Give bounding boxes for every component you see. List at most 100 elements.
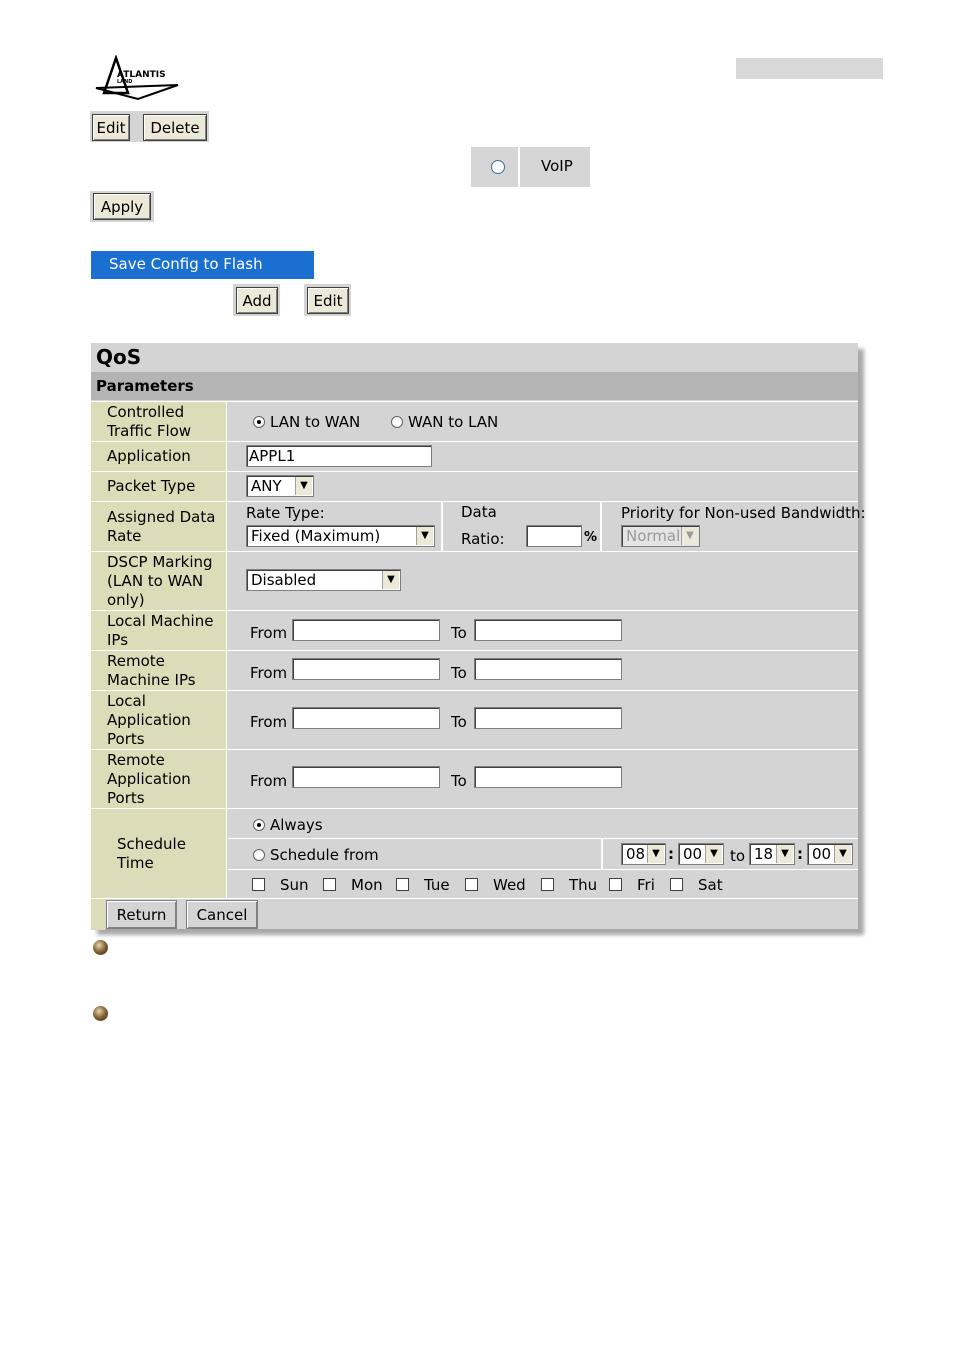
dscp-value: Disabled [251, 571, 317, 589]
day-label-thu: Thu [569, 876, 598, 894]
wan-to-lan-radio[interactable] [391, 416, 403, 428]
start-min-value: 00 [683, 845, 703, 863]
schedule-sep-2 [228, 869, 858, 870]
lan-to-wan-radio[interactable] [253, 416, 265, 428]
delete-button[interactable]: Delete [143, 114, 207, 141]
qos-panel: QoS Parameters Controlled Traffic Flow L… [91, 343, 866, 930]
remote-ips-to-input[interactable] [474, 658, 622, 680]
save-config-menu-item[interactable]: Save Config to Flash [91, 251, 314, 279]
colon-2: : [797, 845, 803, 863]
day-checkbox-thu[interactable] [541, 878, 554, 891]
row-application: Application APPL1 [91, 441, 858, 471]
return-button[interactable]: Return [106, 900, 177, 929]
end-hour-select[interactable]: 18 ▼ [749, 843, 795, 865]
apply-button[interactable]: Apply [93, 193, 151, 220]
day-label-sat: Sat [698, 876, 723, 894]
ratio-input[interactable] [526, 525, 582, 547]
day-label-tue: Tue [424, 876, 450, 894]
chevron-down-icon: ▼ [647, 845, 664, 863]
local-ips-from-input[interactable] [292, 619, 440, 641]
always-radio[interactable] [253, 819, 265, 831]
rate-type-label: Rate Type: [246, 504, 325, 522]
chevron-down-icon: ▼ [834, 845, 851, 863]
packet-type-value: ANY [251, 477, 282, 495]
remote-ports-from-input[interactable] [292, 766, 440, 788]
bullet-icon [93, 940, 108, 955]
footer-left-label-strip [91, 899, 105, 930]
edit-button[interactable]: Edit [92, 114, 130, 141]
start-hour-value: 08 [626, 845, 646, 863]
priority-label: Priority for Non-used Bandwidth: [621, 504, 866, 522]
local-ports-from-input[interactable] [292, 707, 440, 729]
local-ports-to-input[interactable] [474, 707, 622, 729]
edit-button-2[interactable]: Edit [307, 287, 349, 314]
day-checkbox-fri[interactable] [609, 878, 622, 891]
schedule-sep-1 [228, 838, 858, 839]
row-dscp: DSCP Marking (LAN to WAN only) Disabled … [91, 551, 858, 610]
rate-separator-2 [600, 502, 602, 552]
qos-footer: Return Cancel [91, 898, 858, 930]
application-label: Application [91, 442, 227, 471]
day-label-fri: Fri [637, 876, 655, 894]
rate-separator-1 [441, 502, 443, 552]
local-ips-label: Local Machine IPs [91, 611, 227, 650]
day-checkbox-tue[interactable] [396, 878, 409, 891]
application-input[interactable]: APPL1 [246, 445, 432, 467]
remote-ports-to-label: To [451, 772, 467, 790]
day-checkbox-sat[interactable] [670, 878, 683, 891]
schedule-label: Schedule Time [91, 809, 227, 898]
remote-ips-from-input[interactable] [292, 658, 440, 680]
row-traffic-flow: Controlled Traffic Flow LAN to WAN WAN t… [91, 401, 858, 441]
qos-title: QoS [91, 343, 858, 371]
row-remote-ips: Remote Machine IPs From To [91, 650, 858, 690]
voip-option: VoIP [471, 147, 590, 187]
start-min-select[interactable]: 00 ▼ [678, 843, 724, 865]
dscp-select[interactable]: Disabled ▼ [246, 569, 401, 591]
schedule-to-label: to [730, 847, 746, 865]
row-remote-ports: Remote Application Ports From To [91, 749, 858, 808]
day-label-mon: Mon [351, 876, 383, 894]
schedule-from-radio[interactable] [253, 849, 265, 861]
local-ips-to-input[interactable] [474, 619, 622, 641]
data-rate-label: Assigned Data Rate [91, 502, 227, 551]
voip-separator [518, 147, 520, 187]
day-checkbox-sun[interactable] [252, 878, 265, 891]
traffic-flow-label: Controlled Traffic Flow [91, 402, 227, 441]
ratio-label: Ratio: [461, 530, 505, 548]
always-label: Always [270, 816, 323, 834]
rate-type-select[interactable]: Fixed (Maximum) ▼ [246, 525, 435, 547]
row-schedule: Schedule Time Always Schedule from 08 ▼ … [91, 808, 858, 898]
day-label-sun: Sun [280, 876, 309, 894]
schedule-from-label: Schedule from [270, 846, 379, 864]
local-ips-to-label: To [451, 624, 467, 642]
voip-label: VoIP [541, 157, 573, 175]
day-checkbox-wed[interactable] [465, 878, 478, 891]
chevron-down-icon: ▼ [295, 477, 312, 495]
start-hour-select[interactable]: 08 ▼ [621, 843, 666, 865]
voip-radio[interactable] [491, 160, 505, 174]
remote-ports-label: Remote Application Ports [91, 750, 227, 808]
local-ips-from-label: From [250, 624, 288, 642]
parameters-header: Parameters [91, 372, 858, 400]
cancel-button[interactable]: Cancel [186, 900, 258, 929]
end-min-select[interactable]: 00 ▼ [807, 843, 853, 865]
chevron-down-icon: ▼ [416, 527, 433, 545]
packet-type-label: Packet Type [91, 472, 227, 501]
bullet-icon [93, 1006, 108, 1021]
chevron-down-icon: ▼ [705, 845, 722, 863]
remote-ports-to-input[interactable] [474, 766, 622, 788]
packet-type-select[interactable]: ANY ▼ [246, 475, 314, 497]
day-checkbox-mon[interactable] [323, 878, 336, 891]
header-bar [736, 58, 883, 79]
end-min-value: 00 [812, 845, 832, 863]
chevron-down-icon: ▼ [776, 845, 793, 863]
schedule-time-separator [601, 839, 603, 869]
lan-to-wan-label: LAN to WAN [270, 413, 361, 431]
priority-select[interactable]: Normal ▼ [621, 525, 700, 547]
percent-sign: % [584, 530, 598, 545]
row-packet-type: Packet Type ANY ▼ [91, 471, 858, 501]
add-button[interactable]: Add [236, 287, 278, 314]
priority-value: Normal [626, 527, 681, 545]
remote-ports-from-label: From [250, 772, 288, 790]
wan-to-lan-label: WAN to LAN [408, 413, 499, 431]
